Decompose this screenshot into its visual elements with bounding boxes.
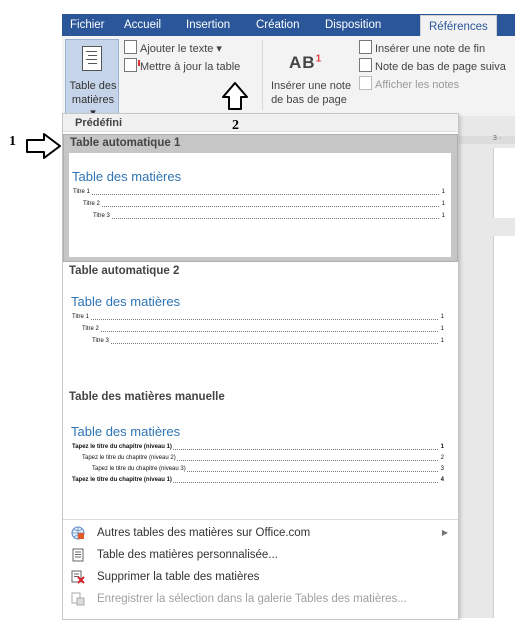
document-page [493, 236, 515, 618]
update-table-icon [124, 58, 140, 72]
insert-endnote-label: Insérer une note de fin [375, 43, 486, 55]
menu-item-label: Enregistrer la sélection dans la galerie… [97, 593, 407, 605]
annotation-arrow-up-icon [222, 82, 248, 110]
gallery-item-title: Table des matières manuelle [69, 391, 225, 403]
preview-entry: Titre 21 [82, 324, 444, 334]
menu-item-label: Supprimer la table des matières [97, 571, 260, 583]
show-notes-icon [359, 76, 372, 90]
annotation-label-1: 1 [9, 134, 16, 149]
next-footnote-button[interactable]: Note de bas de page suiva [359, 58, 506, 73]
menu-item-save-selection[interactable]: Enregistrer la sélection dans la galerie… [63, 588, 458, 610]
preview-title: Table des matières [71, 294, 181, 309]
next-footnote-label: Note de bas de page suiva [375, 61, 506, 73]
menu-item-more-toc-office[interactable]: Autres tables des matières sur Office.co… [63, 522, 458, 544]
ribbon-group-separator [262, 40, 263, 110]
preview-entry: Titre 31 [93, 211, 445, 221]
gallery-item-table-automatique-1[interactable]: Table automatique 1 Table des matières T… [63, 134, 458, 262]
ruler [457, 136, 515, 144]
preview-title: Table des matières [71, 424, 181, 439]
annotation-arrow-right-icon [26, 133, 61, 159]
ribbon-tab-bar: Fichier Accueil Insertion Création Dispo… [62, 14, 515, 37]
section-header-predefini: Prédéfini [63, 114, 458, 132]
gallery-item-title: Table automatique 2 [69, 265, 180, 277]
add-text-button[interactable]: Ajouter le texte ▾ [124, 40, 222, 55]
toc-document-icon [82, 46, 102, 71]
preview-entry: Titre 21 [83, 199, 445, 209]
toc-dropdown: Prédéfini Table automatique 1 Table des … [62, 113, 459, 620]
annotation-label-2: 2 [232, 118, 239, 133]
tab-accueil[interactable]: Accueil [124, 14, 161, 36]
preview-entry: Titre 31 [92, 336, 444, 346]
toc-preview: Table des matières Titre 11 Titre 21 Tit… [69, 153, 451, 257]
ruler-number: 3 · [493, 135, 502, 142]
menu-item-custom-toc[interactable]: Table des matières personnalisée... [63, 544, 458, 566]
insert-endnote-icon [359, 40, 372, 54]
delete-toc-icon [71, 570, 85, 584]
tab-insertion[interactable]: Insertion [186, 14, 230, 36]
document-area: 3 · [457, 116, 515, 618]
show-notes-label: Afficher les notes [375, 79, 460, 91]
tab-references[interactable]: Références [420, 15, 497, 37]
insert-endnote-button[interactable]: Insérer une note de fin [359, 40, 485, 55]
tab-creation[interactable]: Création [256, 14, 299, 36]
gallery-item-table-manuelle[interactable]: Table des matières manuelle Table des ma… [63, 390, 458, 514]
gallery-item-table-automatique-2[interactable]: Table automatique 2 Table des matières T… [63, 264, 458, 374]
toc-preview: Table des matières Tapez le titre du cha… [68, 408, 450, 512]
add-text-icon [124, 40, 137, 54]
add-text-label: Ajouter le texte ▾ [140, 43, 222, 55]
toc-button-label-1: Table des [69, 80, 117, 92]
menu-item-delete-toc[interactable]: Supprimer la table des matières [63, 566, 458, 588]
next-footnote-icon [359, 58, 372, 72]
custom-toc-icon [72, 548, 84, 562]
menu-item-label: Autres tables des matières sur Office.co… [97, 527, 311, 539]
insert-footnote-label-2: de bas de page [271, 94, 347, 106]
menu-item-label: Table des matières personnalisée... [97, 549, 278, 561]
insert-footnote-icon: AB1 [289, 53, 323, 72]
submenu-arrow-icon: ▶ [441, 528, 448, 537]
gallery-item-title: Table automatique 1 [70, 137, 181, 149]
insert-footnote-label-1: Insérer une note [271, 80, 352, 92]
toc-button[interactable]: Table des matières ▾ [65, 39, 119, 119]
insert-footnote-button[interactable]: Insérer une note de bas de page [271, 80, 352, 106]
preview-title: Table des matières [72, 169, 182, 184]
menu-separator [63, 519, 458, 520]
preview-entry: Tapez le titre du chapitre (niveau 1) 1 [72, 442, 444, 452]
tab-fichier[interactable]: Fichier [70, 14, 105, 36]
toc-preview: Table des matières Titre 11 Titre 21 Tit… [68, 282, 450, 372]
document-page [493, 148, 515, 218]
ribbon-references: Table des matières ▾ Ajouter le texte ▾ … [62, 36, 515, 119]
preview-entry: Titre 11 [73, 187, 445, 197]
preview-entry: Tapez le titre du chapitre (niveau 3) 3 [92, 464, 444, 474]
save-gallery-icon [71, 592, 85, 606]
office-globe-icon [71, 526, 85, 540]
preview-entry: Tapez le titre du chapitre (niveau 1) 4 [72, 475, 444, 485]
preview-entry: Tapez le titre du chapitre (niveau 2) 2 [82, 453, 444, 463]
show-notes-button[interactable]: Afficher les notes [359, 76, 459, 91]
update-table-button[interactable]: Mettre à jour la table [124, 58, 240, 73]
update-table-label: Mettre à jour la table [140, 61, 241, 73]
preview-entry: Titre 11 [72, 312, 444, 322]
tab-disposition[interactable]: Disposition [325, 14, 381, 36]
